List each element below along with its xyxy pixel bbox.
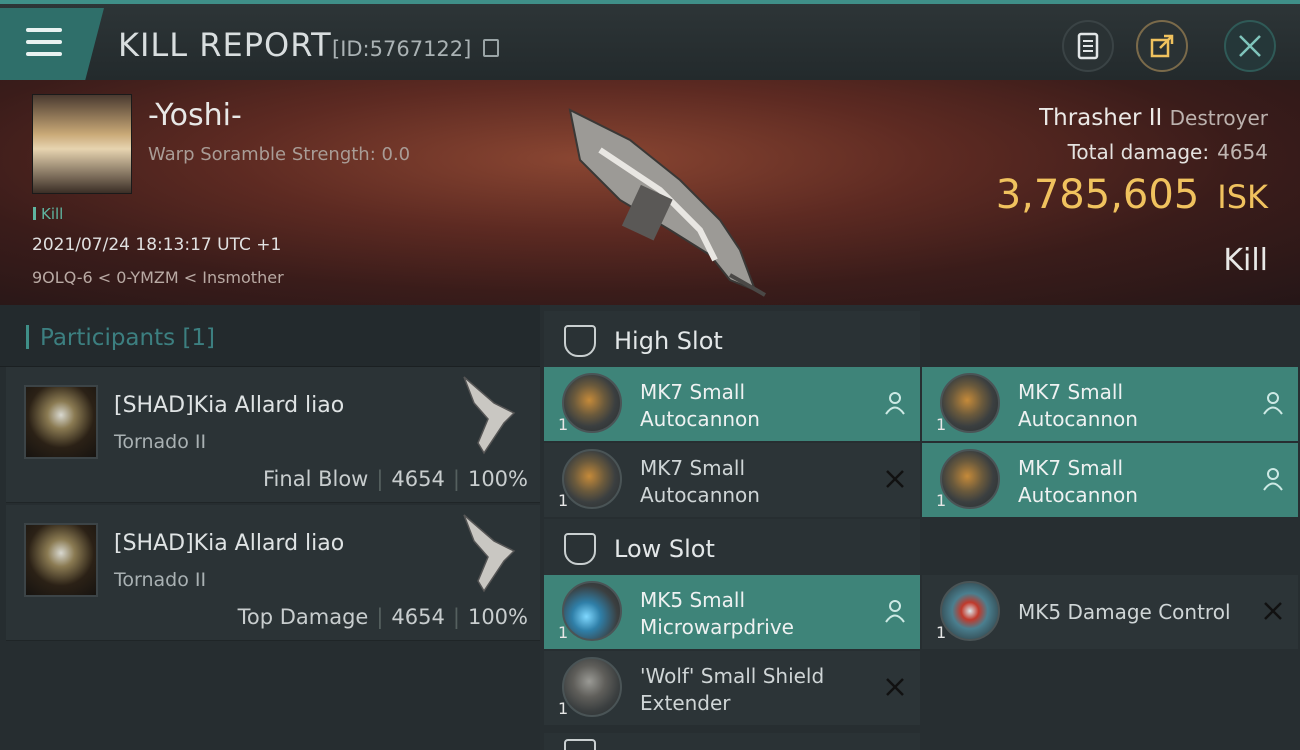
- participants-label: Participants [1]: [40, 325, 215, 351]
- page-title: KILL REPORT: [118, 26, 332, 64]
- module-name: MK5 Small Microwarpdrive: [640, 588, 794, 639]
- participant-ship-image: [463, 376, 516, 455]
- victim-ship: Thrasher II Destroyer: [1039, 105, 1268, 131]
- fitting-panel: High Slot 1 MK7 Small Autocannon 1 MK7 Sm…: [540, 305, 1300, 750]
- person-icon: [1263, 392, 1283, 415]
- module-name: MK5 Damage Control: [1018, 600, 1231, 624]
- module-name: MK7 Small Autocannon: [640, 380, 760, 431]
- close-button[interactable]: [1224, 20, 1276, 72]
- module-name: MK7 Small Autocannon: [640, 456, 760, 507]
- autocannon-icon: [562, 373, 622, 433]
- low-slot-header: Low Slot: [544, 519, 920, 577]
- top-bar: KILL REPORT [ID:5767122]: [0, 0, 1300, 80]
- module-item[interactable]: 1 'Wolf' Small Shield Extender: [544, 651, 920, 725]
- low-slot-icon: [564, 533, 596, 565]
- participant-stats: Final Blow | 4654 | 100%: [263, 467, 528, 491]
- share-button[interactable]: [1136, 20, 1188, 72]
- person-icon: [885, 392, 905, 415]
- victim-header: -Yoshi- Warp Soramble Strength: 0.0 Kill…: [0, 80, 1300, 305]
- participant-ship: Tornado II: [114, 431, 207, 453]
- participants-panel: Participants [1] [SHAD]Kia Allard liao T…: [0, 305, 540, 750]
- module-item[interactable]: 1 MK7 Small Autocannon: [544, 367, 920, 441]
- kill-tag: Kill: [33, 205, 63, 223]
- participant-ship: Tornado II: [114, 569, 207, 591]
- shield-extender-icon: [562, 657, 622, 717]
- module-item[interactable]: 1 MK5 Damage Control: [922, 575, 1298, 649]
- participant-avatar: [24, 385, 98, 459]
- x-icon: [1264, 602, 1282, 620]
- module-item[interactable]: 1 MK7 Small Autocannon: [544, 443, 920, 517]
- clipboard-button[interactable]: [1062, 20, 1114, 72]
- participant-avatar: [24, 523, 98, 597]
- kill-location: 9OLQ-6 < 0-YMZM < Insmother: [32, 268, 284, 287]
- kill-datetime: 2021/07/24 18:13:17 UTC +1: [32, 235, 282, 255]
- participant-ship-image: [463, 514, 516, 593]
- participants-header: Participants [1]: [0, 305, 540, 367]
- module-name: MK7 Small Autocannon: [1018, 380, 1138, 431]
- menu-button[interactable]: [0, 8, 104, 80]
- menu-icon: [26, 28, 62, 32]
- damage-control-icon: [940, 581, 1000, 641]
- x-icon: [886, 678, 904, 696]
- mid-slot-icon: [564, 739, 596, 750]
- microwarpdrive-icon: [562, 581, 622, 641]
- participant-name: [SHAD]Kia Allard liao: [114, 531, 345, 556]
- autocannon-icon: [940, 373, 1000, 433]
- kill-id: [ID:5767122]: [332, 37, 472, 61]
- victim-avatar: [32, 94, 132, 194]
- victim-name: -Yoshi-: [148, 98, 242, 133]
- close-icon: [1239, 35, 1261, 57]
- participant-row[interactable]: [SHAD]Kia Allard liao Tornado II Final B…: [6, 367, 540, 503]
- autocannon-icon: [562, 449, 622, 509]
- isk-value: 3,785,605 ISK: [995, 172, 1268, 218]
- module-item[interactable]: 1 MK7 Small Autocannon: [922, 367, 1298, 441]
- participant-row[interactable]: [SHAD]Kia Allard liao Tornado II Top Dam…: [6, 505, 540, 641]
- warp-scramble-strength: Warp Soramble Strength: 0.0: [148, 144, 411, 165]
- total-damage: Total damage: 4654: [1067, 140, 1268, 164]
- ship-image: [568, 108, 766, 297]
- clipboard-icon: [1077, 32, 1099, 60]
- module-name: MK7 Small Autocannon: [1018, 456, 1138, 507]
- x-icon: [886, 470, 904, 488]
- module-name: 'Wolf' Small Shield Extender: [640, 664, 825, 715]
- participant-name: [SHAD]Kia Allard liao: [114, 393, 345, 418]
- high-slot-icon: [564, 325, 596, 357]
- autocannon-icon: [940, 449, 1000, 509]
- kill-result: Kill: [1223, 243, 1268, 278]
- participant-stats: Top Damage | 4654 | 100%: [237, 605, 528, 629]
- module-item[interactable]: 1 MK7 Small Autocannon: [922, 443, 1298, 517]
- copy-icon[interactable]: [483, 39, 499, 57]
- high-slot-header: High Slot: [544, 311, 920, 369]
- person-icon: [885, 600, 905, 623]
- person-icon: [1263, 468, 1283, 491]
- mid-slot-header: [544, 733, 920, 750]
- module-item[interactable]: 1 MK5 Small Microwarpdrive: [544, 575, 920, 649]
- share-icon: [1150, 34, 1174, 58]
